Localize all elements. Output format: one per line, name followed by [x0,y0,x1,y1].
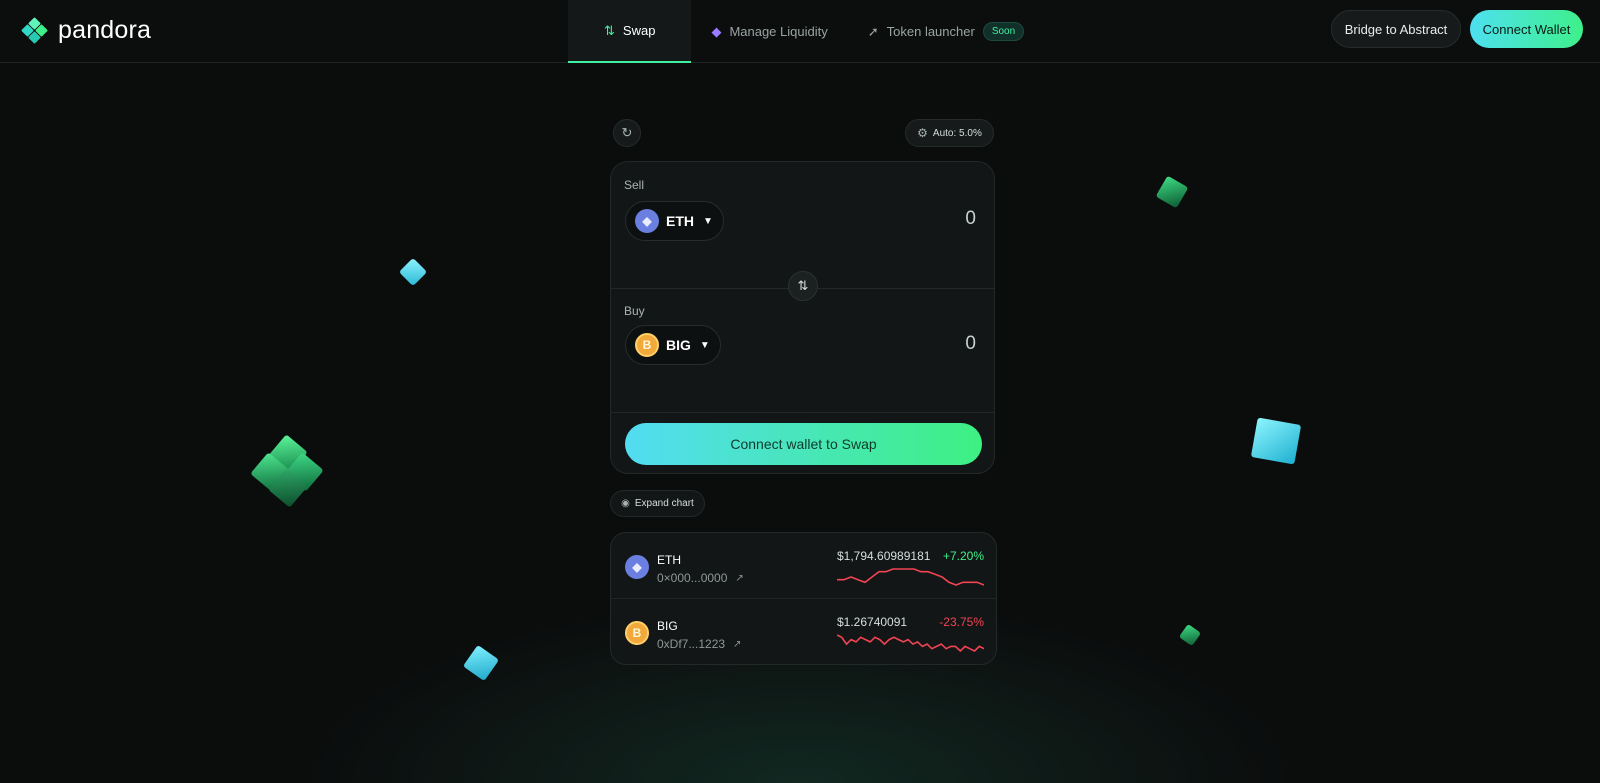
decor-cube-cyan-small [462,644,500,682]
eth-icon: ◆ [635,209,659,233]
sell-section: Sell ◆ ETH ▼ [611,162,994,289]
expand-chart-button[interactable]: ◉ Expand chart [610,490,705,517]
token-price: $1.26740091 [837,615,908,629]
sparkline-path [837,634,984,653]
token-price-list: ◆ ETH 0×000...0000 ↗ $1,794.60989181 +7.… [610,532,997,665]
brand-name: pandora [58,16,152,44]
top-navbar: pandora ⇅ Swap ◆ Manage Liquidity ➚ Toke… [0,0,1600,63]
nav-swap[interactable]: ⇅ Swap [568,0,692,63]
brand-logo[interactable]: pandora [21,16,152,45]
token-row-big[interactable]: B BIG 0xDf7...1223 ↗ $1.26740091 -23.75% [611,599,996,664]
soon-badge: Soon [982,22,1025,41]
decor-cube-cyan-large [1250,417,1302,465]
connect-wallet-button[interactable]: Connect Wallet [1470,10,1583,48]
rocket-icon: ➚ [867,23,879,39]
decor-cube-green [1155,175,1189,209]
swap-card: Sell ◆ ETH ▼ Buy B BIG ▼ Connect wallet … [610,161,995,474]
nav-manage-liquidity[interactable]: ◆ Manage Liquidity [691,0,847,63]
nav-manage-liquidity-label: Manage Liquidity [729,24,828,39]
token-address: 0xDf7...1223 ↗ [657,637,741,651]
token-symbol: ETH [657,553,681,567]
chevron-down-icon: ▼ [703,215,713,227]
big-token-icon: B [635,333,659,357]
decor-cube-cyan [398,257,428,287]
refresh-button[interactable]: ↻ [613,119,641,147]
token-row-eth[interactable]: ◆ ETH 0×000...0000 ↗ $1,794.60989181 +7.… [611,533,996,599]
bridge-button[interactable]: Bridge to Abstract [1331,10,1461,48]
expand-chart-label: Expand chart [634,498,694,509]
buy-amount-input[interactable] [826,333,976,355]
price-sparkline [837,634,984,653]
token-address-text: 0×000...0000 [657,571,728,585]
main-nav: ⇅ Swap ◆ Manage Liquidity ➚ Token launch… [568,0,1044,63]
token-address: 0×000...0000 ↗ [657,571,744,585]
nav-swap-label: Swap [622,23,656,38]
refresh-icon: ↻ [621,125,633,140]
buy-token-symbol: BIG [666,337,691,353]
buy-section: Buy B BIG ▼ [611,289,994,413]
buy-token-select[interactable]: B BIG ▼ [625,325,721,365]
pandora-logo-icon [21,16,48,44]
token-price: $1,794.60989181 [837,549,931,563]
chevron-down-icon: ▼ [699,339,710,351]
token-address-text: 0xDf7...1223 [657,637,726,651]
swap-arrows-icon: ⇅ [604,22,615,38]
token-change: +7.20% [942,549,984,563]
sell-amount-input[interactable] [826,208,976,230]
nav-token-launcher[interactable]: ➚ Token launcher Soon [848,0,1044,63]
buy-label: Buy [624,304,645,318]
decor-cube-cluster [250,434,324,510]
eye-icon: ◉ [621,498,630,509]
gear-icon: ⚙ [917,126,928,140]
sell-label: Sell [624,178,645,192]
eth-icon: ◆ [625,555,649,579]
external-link-icon[interactable]: ↗ [733,639,741,650]
swap-arrows-icon: ⇅ [797,278,809,293]
sell-token-select[interactable]: ◆ ETH ▼ [625,201,724,241]
big-token-icon: B [625,621,649,645]
decor-cube-green-small [1178,623,1202,647]
slippage-label: Auto: 5.0% [932,127,982,139]
token-symbol: BIG [657,619,678,633]
nav-token-launcher-label: Token launcher [886,24,975,39]
external-link-icon[interactable]: ↗ [735,573,743,584]
token-change: -23.75% [939,615,984,629]
slippage-settings-button[interactable]: ⚙ Auto: 5.0% [905,119,994,147]
flip-tokens-button[interactable]: ⇅ [788,271,818,301]
connect-wallet-to-swap-button[interactable]: Connect wallet to Swap [625,423,982,465]
cube-icon: ◆ [711,23,722,39]
price-sparkline [837,568,984,586]
sparkline-path [837,568,984,586]
sell-token-symbol: ETH [666,213,694,229]
